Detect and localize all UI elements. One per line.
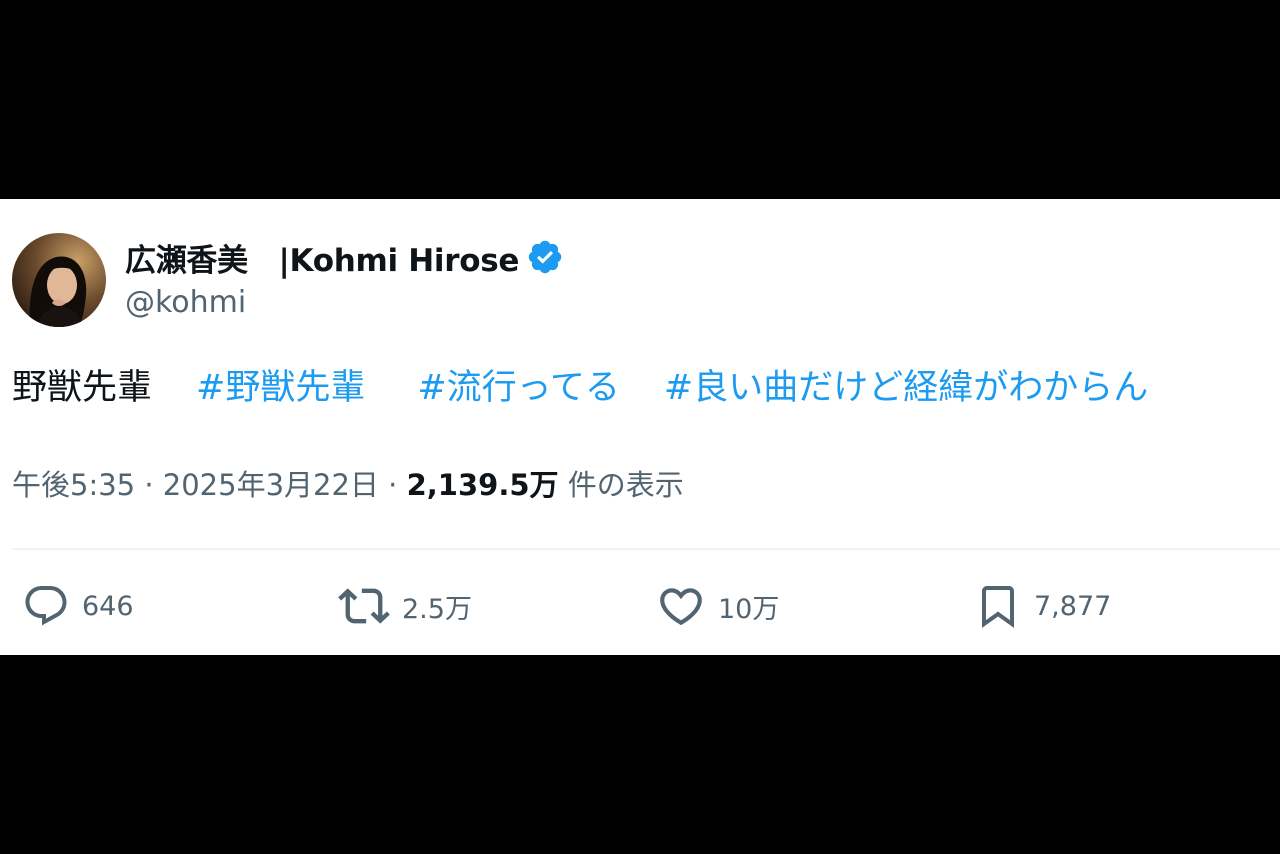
- avatar[interactable]: [12, 233, 106, 327]
- bookmark-button[interactable]: 7,877: [974, 581, 1111, 631]
- author-display-name[interactable]: 広瀬香美 |Kohmi Hirose: [125, 235, 519, 280]
- hashtag-link[interactable]: #流行ってる: [417, 368, 620, 408]
- views-label: 件の表示: [567, 468, 684, 502]
- author-handle[interactable]: @kohmi: [125, 285, 246, 320]
- tweet-date[interactable]: 2025年3月22日: [163, 468, 379, 502]
- author-name-row[interactable]: 広瀬香美 |Kohmi Hirose: [125, 235, 564, 279]
- verified-badge-icon: [526, 238, 564, 276]
- tweet-text: 野獣先輩 #野獣先輩 #流行ってる #良い曲だけど経緯がわからん: [12, 365, 1148, 411]
- letterbox-top: [0, 0, 1280, 199]
- like-button[interactable]: 10万: [656, 581, 779, 631]
- views-count[interactable]: 2,139.5万: [407, 468, 559, 502]
- tweet-time[interactable]: 午後5:35: [12, 468, 135, 502]
- like-icon: [660, 588, 702, 626]
- tweet-meta: 午後5:35 · 2025年3月22日 · 2,139.5万 件の表示: [12, 465, 684, 505]
- hashtag-link[interactable]: #良い曲だけど経緯がわからん: [664, 368, 1148, 408]
- letterbox-bottom: [0, 655, 1280, 854]
- tweet-text-plain: 野獣先輩: [12, 368, 153, 408]
- bookmark-count: 7,877: [1034, 590, 1112, 622]
- hashtag-link[interactable]: #野獣先輩: [196, 368, 365, 408]
- retweet-count: 2.5万: [402, 593, 472, 625]
- retweet-icon: [338, 588, 390, 624]
- tweet-card: 広瀬香美 |Kohmi Hirose @kohmi 野獣先輩 #野獣先輩 #流行って…: [0, 199, 1280, 655]
- meta-separator: ·: [144, 468, 163, 502]
- meta-separator: ·: [388, 468, 407, 502]
- retweet-button[interactable]: 2.5万: [338, 581, 472, 631]
- reply-button[interactable]: 646: [22, 581, 134, 631]
- bookmark-icon: [982, 586, 1014, 628]
- reply-icon: [25, 586, 67, 626]
- reply-count: 646: [82, 590, 134, 622]
- divider: [12, 548, 1280, 550]
- like-count: 10万: [718, 593, 780, 625]
